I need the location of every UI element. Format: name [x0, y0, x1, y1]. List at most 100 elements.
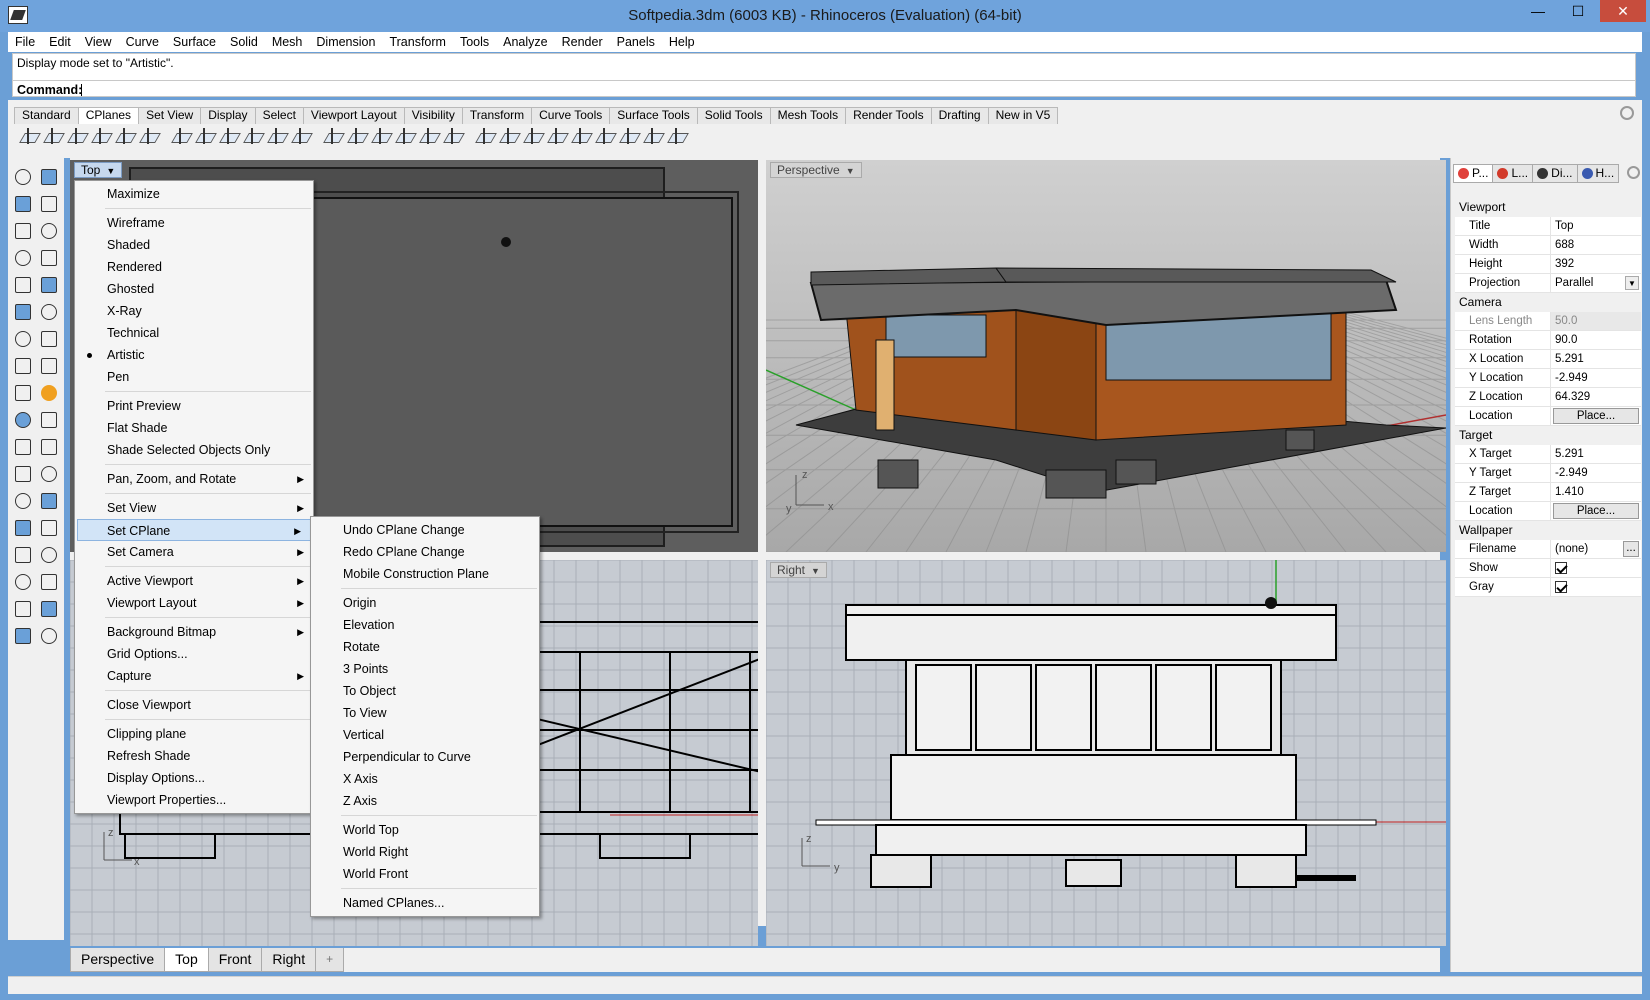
context-menu-item-artistic[interactable]: Artistic [75, 344, 313, 366]
modeling-tool-icon[interactable] [38, 247, 60, 269]
modeling-tool-icon[interactable] [38, 625, 60, 647]
cplane-tool-icon[interactable] [66, 126, 88, 148]
prop-xtarget-value[interactable]: 5.291 [1551, 445, 1641, 463]
context-menu-item-grid-options[interactable]: Grid Options... [75, 643, 313, 665]
cplane-menu-item-rotate[interactable]: Rotate [311, 636, 539, 658]
context-menu-item-wireframe[interactable]: Wireframe [75, 212, 313, 234]
viewport-perspective[interactable]: z x y Perspective ▼ [766, 160, 1446, 552]
modeling-tool-icon[interactable] [12, 328, 34, 350]
viewport-tab-perspective[interactable]: Perspective [70, 948, 166, 972]
modeling-tool-icon[interactable] [12, 382, 34, 404]
modeling-tool-icon[interactable] [38, 571, 60, 593]
cplane-tool-icon[interactable] [242, 126, 264, 148]
modeling-tool-icon[interactable] [38, 193, 60, 215]
prop-height-value[interactable]: 392 [1551, 255, 1641, 273]
context-menu-item-viewport-properties[interactable]: Viewport Properties... [75, 789, 313, 811]
modeling-tool-icon[interactable] [12, 463, 34, 485]
modeling-tool-icon[interactable] [12, 166, 34, 188]
cplane-tool-icon[interactable] [394, 126, 416, 148]
menu-curve[interactable]: Curve [119, 32, 166, 52]
menu-surface[interactable]: Surface [166, 32, 223, 52]
cplane-tool-icon[interactable] [90, 126, 112, 148]
cplane-tool-icon[interactable] [218, 126, 240, 148]
cplane-tool-icon[interactable] [266, 126, 288, 148]
modeling-tool-icon[interactable] [38, 355, 60, 377]
toolbar-tab-select[interactable]: Select [254, 107, 304, 124]
modeling-tool-icon[interactable] [12, 355, 34, 377]
minimize-button[interactable]: — [1522, 0, 1554, 22]
modeling-tool-icon[interactable] [38, 220, 60, 242]
modeling-tool-icon[interactable] [12, 193, 34, 215]
context-menu-item-pen[interactable]: Pen [75, 366, 313, 388]
cplane-menu-item-mobile-construction-plane[interactable]: Mobile Construction Plane [311, 563, 539, 585]
modeling-tool-icon[interactable] [38, 409, 60, 431]
menu-mesh[interactable]: Mesh [265, 32, 310, 52]
cplane-tool-icon[interactable] [170, 126, 192, 148]
prop-zloc-value[interactable]: 64.329 [1551, 388, 1641, 406]
cplane-menu-item-world-right[interactable]: World Right [311, 841, 539, 863]
modeling-tool-icon[interactable] [38, 328, 60, 350]
menu-render[interactable]: Render [555, 32, 610, 52]
context-menu-item-pan-zoom-and-rotate[interactable]: Pan, Zoom, and Rotate ▶ [75, 468, 313, 490]
modeling-tool-icon[interactable] [12, 247, 34, 269]
modeling-tool-icon[interactable] [12, 571, 34, 593]
add-viewport-tab-button[interactable]: + [315, 948, 345, 972]
cplane-tool-icon[interactable] [370, 126, 392, 148]
cplane-tool-icon[interactable] [18, 126, 40, 148]
menu-view[interactable]: View [78, 32, 119, 52]
cplane-menu-item-elevation[interactable]: Elevation [311, 614, 539, 636]
modeling-tool-icon[interactable] [38, 463, 60, 485]
modeling-tool-icon[interactable] [38, 166, 60, 188]
cplane-menu-item-to-object[interactable]: To Object [311, 680, 539, 702]
cplane-menu-item-3-points[interactable]: 3 Points [311, 658, 539, 680]
menu-panels[interactable]: Panels [610, 32, 662, 52]
cplane-tool-icon[interactable] [194, 126, 216, 148]
cplane-menu-item-undo-cplane-change[interactable]: Undo CPlane Change [311, 519, 539, 541]
toolbar-tab-surface-tools[interactable]: Surface Tools [609, 107, 698, 124]
modeling-tool-icon[interactable] [38, 274, 60, 296]
modeling-tool-icon[interactable] [12, 544, 34, 566]
toolbar-tab-solid-tools[interactable]: Solid Tools [696, 107, 771, 124]
projection-select[interactable]: Parallel ▼ [1551, 274, 1641, 292]
cplane-tool-icon[interactable] [346, 126, 368, 148]
cplane-menu-item-redo-cplane-change[interactable]: Redo CPlane Change [311, 541, 539, 563]
prop-width-value[interactable]: 688 [1551, 236, 1641, 254]
prop-title-value[interactable]: Top [1551, 217, 1641, 235]
toolbar-tab-new-in-v5[interactable]: New in V5 [987, 107, 1059, 124]
context-menu-item-capture[interactable]: Capture ▶ [75, 665, 313, 687]
panel-tab-display[interactable]: Di... [1532, 164, 1578, 183]
modeling-tool-icon[interactable] [38, 436, 60, 458]
modeling-tool-icon[interactable] [38, 301, 60, 323]
panel-settings-gear-icon[interactable] [1627, 166, 1640, 179]
menu-dimension[interactable]: Dimension [309, 32, 382, 52]
cplane-menu-item-world-top[interactable]: World Top [311, 819, 539, 841]
menu-help[interactable]: Help [662, 32, 702, 52]
viewport-right[interactable]: z y Right ▼ [766, 560, 1446, 946]
modeling-tool-icon[interactable] [38, 544, 60, 566]
toolbar-tab-render-tools[interactable]: Render Tools [845, 107, 932, 124]
context-menu-item-shade-selected-objects-only[interactable]: Shade Selected Objects Only [75, 439, 313, 461]
viewport-right-label[interactable]: Right ▼ [770, 562, 827, 578]
cplane-menu-item-world-front[interactable]: World Front [311, 863, 539, 885]
cplane-tool-icon[interactable] [666, 126, 688, 148]
chevron-down-icon[interactable]: ▼ [106, 164, 115, 178]
viewport-perspective-label[interactable]: Perspective ▼ [770, 162, 862, 178]
toolbar-tab-set-view[interactable]: Set View [138, 107, 202, 124]
gray-checkbox[interactable] [1555, 581, 1567, 593]
context-menu-item-viewport-layout[interactable]: Viewport Layout ▶ [75, 592, 313, 614]
viewport-top-label[interactable]: Top ▼ [74, 162, 123, 178]
maximize-button[interactable]: ☐ [1562, 0, 1594, 22]
chevron-down-icon[interactable]: ▼ [846, 164, 855, 178]
chevron-down-icon[interactable]: ▼ [811, 564, 820, 578]
menu-analyze[interactable]: Analyze [496, 32, 554, 52]
menu-file[interactable]: File [8, 32, 42, 52]
cplane-tool-icon[interactable] [138, 126, 160, 148]
context-menu-item-ghosted[interactable]: Ghosted [75, 278, 313, 300]
cplane-tool-icon[interactable] [290, 126, 312, 148]
menu-solid[interactable]: Solid [223, 32, 265, 52]
cplane-menu-item-x-axis[interactable]: X Axis [311, 768, 539, 790]
context-menu-item-set-camera[interactable]: Set Camera ▶ [75, 541, 313, 563]
toolbar-tab-visibility[interactable]: Visibility [403, 107, 463, 124]
prop-ztarget-value[interactable]: 1.410 [1551, 483, 1641, 501]
cplane-tool-icon[interactable] [642, 126, 664, 148]
